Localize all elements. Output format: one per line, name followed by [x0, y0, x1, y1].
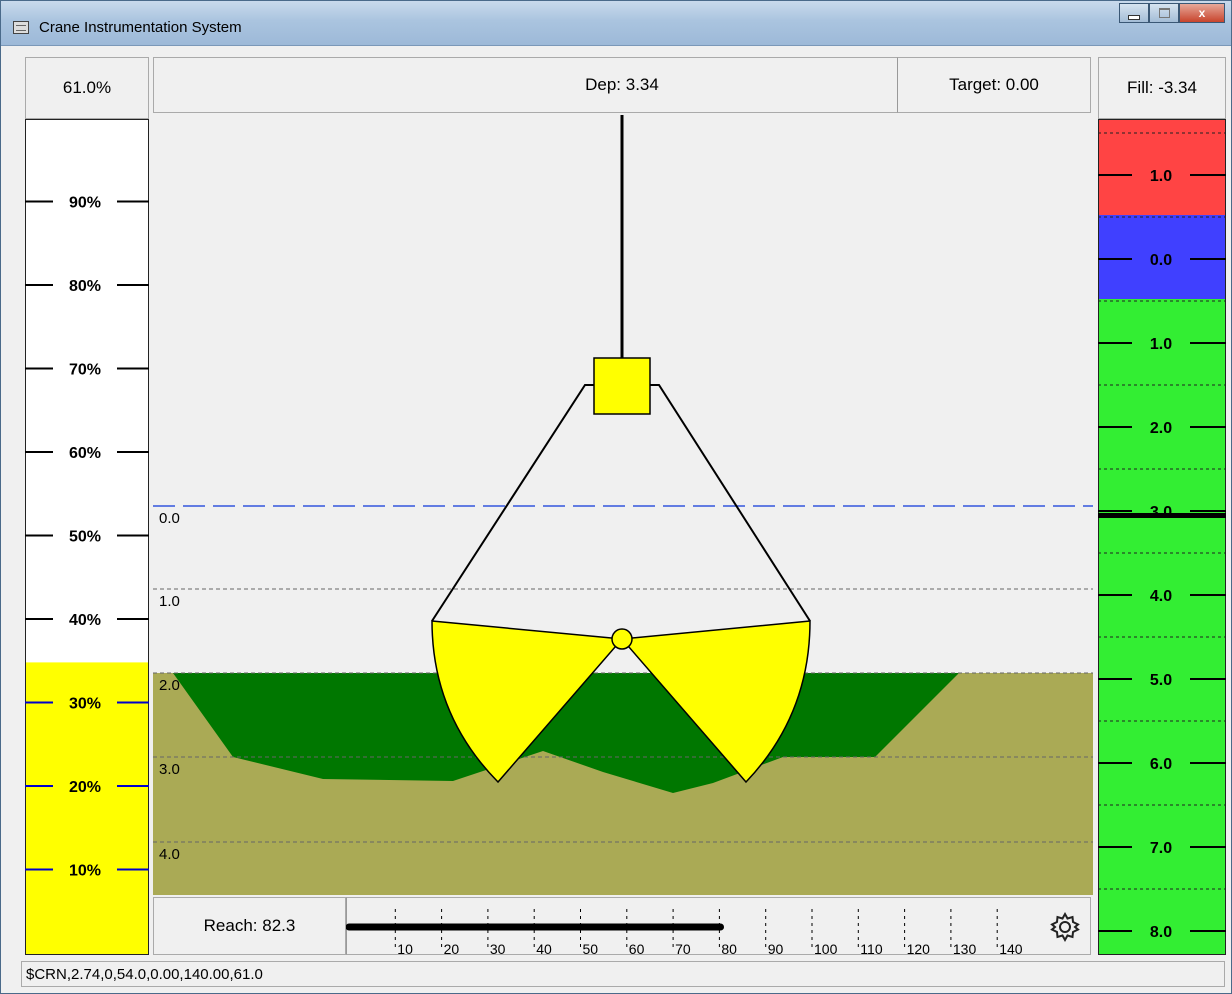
app-window: Crane Instrumentation System x 61.0% Dep… [0, 0, 1232, 994]
fill-label: 1.0 [1150, 336, 1172, 353]
depth-label: 1.0 [159, 593, 180, 610]
fill-label: 0.0 [1150, 252, 1172, 269]
fill-label: 7.0 [1150, 840, 1172, 857]
fill-label: 4.0 [1150, 588, 1172, 605]
fill-readout: Fill: -3.34 [1098, 57, 1226, 119]
target-readout: Target: 0.00 [897, 57, 1091, 113]
reach-tick-label: 10 [397, 941, 413, 955]
reach-tick-label: 100 [814, 941, 838, 955]
status-bar: $CRN,2.74,0,54.0,0.00,140.00,61.0 [21, 961, 1225, 987]
depth-readout: Dep: 3.34 [585, 75, 659, 94]
percent-label: 60% [69, 445, 101, 462]
reach-tick-label: 40 [536, 941, 552, 955]
reach-tick-label: 20 [444, 941, 460, 955]
fill-gauge: 1.0 0.0 1.0 2.0 3.0 4.0 5.0 6.0 7.0 8.0 [1098, 119, 1226, 955]
app-icon [13, 21, 29, 34]
percent-gauge: 90% 80% 70% 60% 50% 40% 30% 20% 10% [25, 119, 149, 955]
reach-tick-label: 90 [768, 941, 784, 955]
fill-label: 1.0 [1150, 168, 1172, 185]
reach-tick-label: 60 [629, 941, 645, 955]
reach-tick-label: 140 [999, 941, 1023, 955]
depth-label: 4.0 [159, 846, 180, 863]
reach-tick-label: 110 [860, 941, 883, 955]
percent-label: 50% [69, 529, 101, 546]
fill-label: 6.0 [1150, 756, 1172, 773]
fill-label: 3.0 [1150, 504, 1172, 521]
percent-label: 30% [69, 696, 101, 713]
fill-label: 5.0 [1150, 672, 1172, 689]
bucket-hinge [611, 628, 633, 650]
maximize-button[interactable] [1149, 3, 1179, 23]
reach-tick-label: 30 [490, 941, 506, 955]
reach-tick-label: 130 [953, 941, 977, 955]
percent-readout: 61.0% [25, 57, 149, 119]
head-block [593, 357, 651, 415]
percent-label: 40% [69, 612, 101, 629]
window-title: Crane Instrumentation System [39, 19, 242, 36]
percent-label: 10% [69, 863, 101, 880]
reach-readout: Reach: 82.3 [153, 897, 346, 955]
window-controls: x [1119, 3, 1225, 25]
gear-icon[interactable] [1047, 909, 1083, 945]
percent-label: 70% [69, 362, 101, 379]
fill-label: 2.0 [1150, 420, 1172, 437]
depth-label: 0.0 [159, 510, 180, 527]
depth-view: 0.0 1.0 2.0 3.0 4.0 [153, 115, 1093, 895]
depth-label: 3.0 [159, 761, 180, 778]
minimize-button[interactable] [1119, 3, 1149, 23]
close-button[interactable]: x [1179, 3, 1225, 23]
reach-tick-label: 70 [675, 941, 691, 955]
percent-label: 20% [69, 779, 101, 796]
title-bar[interactable]: Crane Instrumentation System x [1, 1, 1231, 46]
reach-tick-label: 80 [721, 941, 737, 955]
percent-label: 80% [69, 278, 101, 295]
reach-tick-label: 50 [583, 941, 599, 955]
percent-label: 90% [69, 195, 101, 212]
reach-tick-label: 120 [907, 941, 931, 955]
reach-scale: 10 20 30 40 50 60 70 80 90 100 110 120 130 140 [346, 909, 1023, 955]
fill-label: 8.0 [1150, 924, 1172, 941]
depth-label: 2.0 [159, 677, 180, 694]
